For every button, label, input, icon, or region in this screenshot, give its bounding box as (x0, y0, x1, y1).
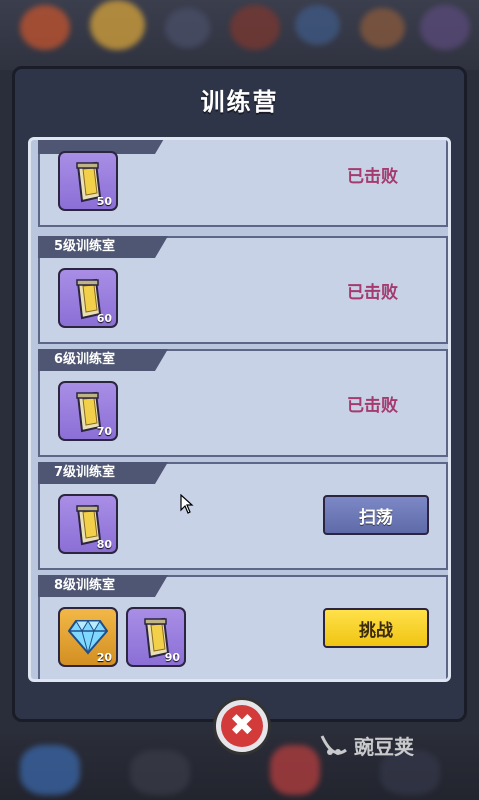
room-label: 5级训练室 (38, 236, 168, 258)
training-room-5: 5级训练室 60 已击败 (38, 236, 448, 344)
room-label: 6级训练室 (38, 349, 168, 371)
reward-item[interactable]: 50 (58, 151, 118, 211)
reward-count: 50 (96, 195, 112, 208)
reward-count: 70 (96, 425, 112, 438)
defeated-status: 已击败 (347, 396, 398, 416)
reward-count: 20 (96, 651, 112, 664)
reward-item[interactable]: 70 (58, 381, 118, 441)
training-camp-dialog: 训练营 50 已击败 5级训练室 60 已击败 6级训练室 70 已击败 7级训… (12, 66, 467, 722)
room-label: 7级训练室 (38, 462, 168, 484)
reward-count: 90 (164, 651, 180, 664)
challenge-button[interactable]: 挑战 (323, 608, 429, 648)
reward-item[interactable]: 20 (58, 607, 118, 667)
reward-item[interactable]: 60 (58, 268, 118, 328)
mouse-cursor-icon (180, 494, 194, 514)
watermark-logo-icon (320, 735, 347, 755)
reward-count: 60 (96, 312, 112, 325)
training-room-4: 50 已击败 (38, 140, 448, 227)
reward-item[interactable]: 80 (58, 494, 118, 554)
close-icon: ✖ (221, 705, 263, 747)
room-label: 8级训练室 (38, 575, 168, 597)
training-room-7: 7级训练室 80 扫荡 (38, 462, 448, 570)
defeated-status: 已击败 (347, 167, 398, 187)
dialog-title: 训练营 (200, 87, 279, 116)
sweep-button[interactable]: 扫荡 (323, 495, 429, 535)
close-button[interactable]: ✖ (213, 697, 271, 755)
reward-count: 80 (96, 538, 112, 551)
diamond-icon (68, 620, 108, 655)
training-room-6: 6级训练室 70 已击败 (38, 349, 448, 457)
reward-item[interactable]: 90 (126, 607, 186, 667)
watermark-text: 豌豆荚 (354, 734, 414, 759)
defeated-status: 已击败 (347, 283, 398, 303)
watermark: 豌豆荚 (318, 730, 414, 760)
room-list[interactable]: 50 已击败 5级训练室 60 已击败 6级训练室 70 已击败 7级训练室 8… (28, 137, 451, 682)
game-background-top (0, 0, 479, 70)
training-room-8: 8级训练室 20 90 挑战 (38, 575, 448, 679)
